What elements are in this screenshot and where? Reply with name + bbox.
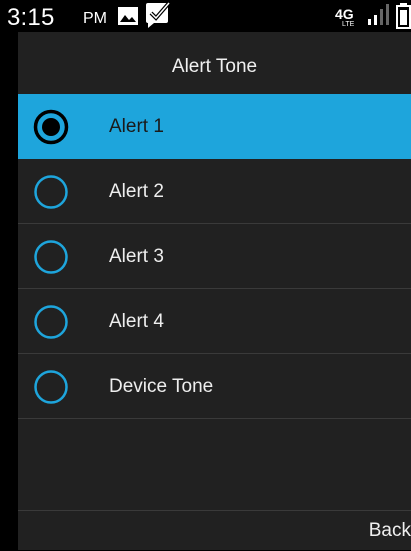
- status-time: 3:15: [7, 4, 55, 31]
- status-bar: 3:15 PM 4G LTE: [0, 0, 411, 32]
- softkey-bar: Back: [18, 510, 411, 551]
- list-item[interactable]: Alert 4: [18, 289, 411, 354]
- radio-unselected-icon: [33, 304, 69, 340]
- page-title: Alert Tone: [171, 56, 258, 77]
- option-label: Alert 3: [109, 246, 164, 267]
- option-label: Alert 4: [109, 311, 164, 332]
- list-item[interactable]: Device Tone: [18, 354, 411, 419]
- list-item[interactable]: Alert 3: [18, 224, 411, 289]
- back-softkey[interactable]: Back: [369, 511, 411, 551]
- list-item[interactable]: Alert 2: [18, 159, 411, 224]
- list-item[interactable]: Alert 1: [18, 94, 411, 159]
- radio-unselected-icon: [33, 174, 69, 210]
- gallery-icon: [117, 6, 139, 31]
- alert-tone-screen: Alert Tone Alert 1 Alert 2 Alert 3 Alert…: [18, 32, 411, 550]
- radio-unselected-icon: [33, 239, 69, 275]
- option-label: Alert 1: [109, 116, 164, 137]
- radio-selected-icon: [33, 109, 69, 145]
- alert-tone-list: Alert 1 Alert 2 Alert 3 Alert 4 Device T…: [18, 94, 411, 419]
- signal-icon: [367, 3, 393, 32]
- battery-icon: [396, 3, 411, 34]
- message-check-icon: [145, 0, 171, 33]
- option-label: Device Tone: [109, 376, 214, 397]
- status-ampm: PM: [83, 10, 107, 27]
- network-4g-lte-icon: 4G LTE: [335, 5, 363, 32]
- svg-text:LTE: LTE: [342, 21, 355, 27]
- option-label: Alert 2: [109, 181, 164, 202]
- radio-unselected-icon: [33, 369, 69, 405]
- svg-text:4G: 4G: [335, 6, 354, 22]
